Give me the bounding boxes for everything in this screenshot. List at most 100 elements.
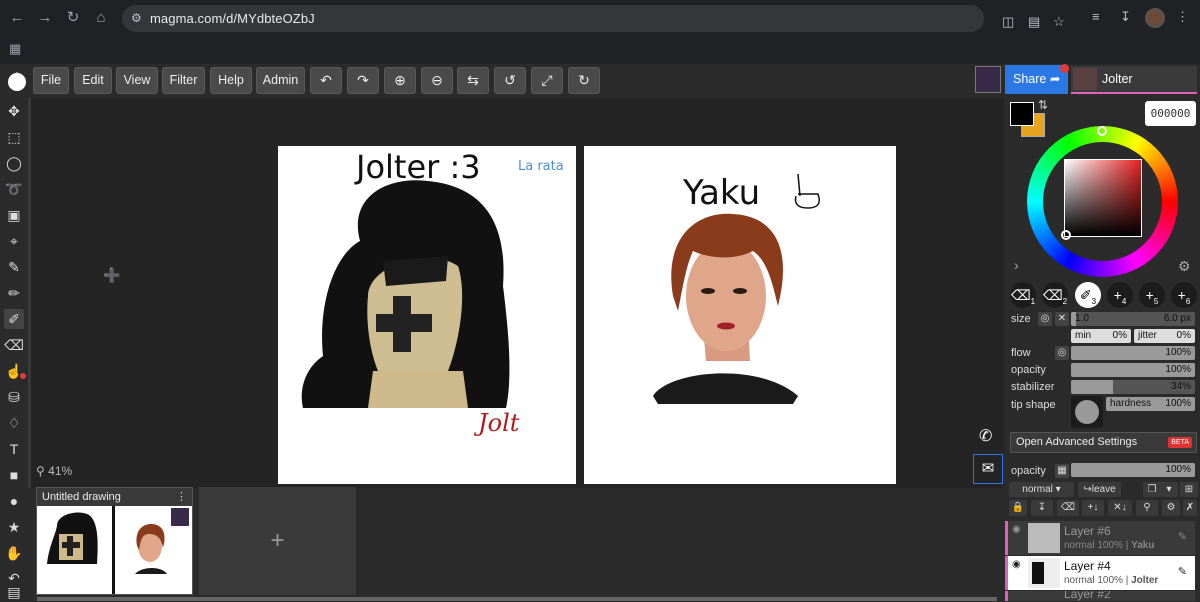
- brush-icon[interactable]: ✐: [4, 309, 24, 329]
- thumbnail-menu-icon[interactable]: ⋮: [176, 488, 187, 506]
- forward-icon[interactable]: →: [34, 7, 56, 29]
- foreground-color-swatch[interactable]: [1010, 102, 1034, 126]
- crop-icon[interactable]: ⌖: [4, 231, 24, 251]
- clip-layer-icon[interactable]: ↧: [1031, 500, 1053, 516]
- site-info-icon[interactable]: ⚙: [131, 11, 142, 25]
- bookmark-star-icon[interactable]: ☆: [1053, 14, 1065, 30]
- min-slider[interactable]: min 0%: [1071, 329, 1131, 343]
- saturation-value-picker[interactable]: [1064, 159, 1142, 237]
- voice-call-icon[interactable]: ✆: [979, 426, 992, 446]
- layer-edit-pencil-icon[interactable]: ✎: [1178, 565, 1187, 578]
- lock-layer-icon[interactable]: 🔒: [1009, 500, 1027, 516]
- erase-layer-icon[interactable]: ⌫: [1057, 500, 1079, 516]
- undo-icon[interactable]: ↶: [310, 67, 342, 94]
- size-reset-icon[interactable]: ✕: [1055, 312, 1069, 326]
- zoom-out-icon[interactable]: ⊖: [421, 67, 453, 94]
- zoom-indicator[interactable]: ⚲ 41%: [36, 464, 72, 478]
- sv-handle[interactable]: [1061, 230, 1071, 240]
- ellipse-select-icon[interactable]: ◯: [4, 153, 24, 173]
- brush-slot-6[interactable]: +6: [1171, 282, 1197, 308]
- menu-filter[interactable]: Filter: [162, 67, 205, 94]
- apps-grid-icon[interactable]: ▦: [9, 41, 21, 57]
- redo-icon[interactable]: ↷: [347, 67, 379, 94]
- circle-icon[interactable]: ●: [4, 491, 24, 511]
- magma-logo-icon[interactable]: [6, 69, 28, 93]
- hex-color-input[interactable]: 000000: [1145, 101, 1196, 126]
- reading-list-icon[interactable]: ≡: [1092, 9, 1100, 24]
- hand-icon[interactable]: ✋: [4, 543, 24, 563]
- url-text[interactable]: magma.com/d/MYdbteOZbJ: [150, 11, 315, 26]
- opacity-slider[interactable]: 100%: [1071, 363, 1195, 377]
- brush-slot-4[interactable]: +4: [1107, 282, 1133, 308]
- brush-slot-2[interactable]: ⌫2: [1042, 282, 1068, 308]
- share-button[interactable]: Share ➦: [1005, 65, 1068, 94]
- add-layer-icon[interactable]: ⊞: [1180, 482, 1198, 497]
- hardness-slider[interactable]: hardness 100%: [1106, 397, 1195, 411]
- profile-avatar[interactable]: [1145, 8, 1165, 28]
- size-pressure-icon[interactable]: ◎: [1038, 312, 1052, 326]
- drawing-canvas[interactable]: Jolter :3 La rata Jolt Yaku: [278, 146, 896, 484]
- size-slider[interactable]: 1.0 6.0 px: [1071, 312, 1195, 326]
- layer-search-icon[interactable]: ⚲: [1136, 500, 1158, 516]
- address-bar[interactable]: ⚙ magma.com/d/MYdbteOZbJ ◫ ▤ ☆: [122, 5, 1065, 32]
- text-tool-icon[interactable]: T: [4, 439, 24, 459]
- more-menu-icon[interactable]: ⋮: [1176, 9, 1189, 25]
- brush-slot-3[interactable]: ✐3: [1075, 282, 1101, 308]
- swap-colors-icon[interactable]: ⇅: [1038, 98, 1048, 112]
- gradient-icon[interactable]: ♢: [4, 413, 24, 433]
- back-icon[interactable]: ←: [6, 7, 28, 29]
- expand-chevron-icon[interactable]: ›: [1014, 257, 1019, 273]
- jitter-slider[interactable]: jitter 0%: [1134, 329, 1195, 343]
- zoom-in-icon[interactable]: ⊕: [384, 67, 416, 94]
- layer-visibility-eye-icon[interactable]: ◉: [1012, 524, 1021, 535]
- horizontal-scrollbar[interactable]: [37, 597, 997, 601]
- settings-gear-icon[interactable]: ⚙: [1178, 258, 1191, 275]
- menu-help[interactable]: Help: [210, 67, 252, 94]
- flip-icon[interactable]: ⇆: [457, 67, 489, 94]
- home-icon[interactable]: ⌂: [90, 7, 112, 29]
- layer-row[interactable]: ◉ Layer #6 normal 100% | Yaku ✎: [1005, 521, 1195, 555]
- hue-handle[interactable]: [1097, 126, 1107, 136]
- fullscreen-icon[interactable]: ⤢: [531, 67, 563, 94]
- lasso-icon[interactable]: ➰: [4, 179, 24, 199]
- eyedropper-icon[interactable]: ✎: [4, 257, 24, 277]
- layer-edit-pencil-icon[interactable]: ✎: [1178, 530, 1187, 543]
- delete-layer-icon[interactable]: ✗: [1183, 500, 1197, 516]
- brush-slot-1[interactable]: ⌫1: [1010, 282, 1036, 308]
- layer-opacity-slider[interactable]: 100%: [1071, 463, 1195, 477]
- clear-layer-icon[interactable]: ✕↓: [1108, 500, 1132, 516]
- download-icon[interactable]: ↧: [1120, 9, 1131, 25]
- flow-slider[interactable]: 100%: [1071, 346, 1195, 360]
- translate-icon[interactable]: ▤: [1028, 14, 1040, 30]
- rotate-left-icon[interactable]: ↺: [494, 67, 526, 94]
- open-advanced-settings-button[interactable]: Open Advanced Settings BETA: [1010, 432, 1197, 453]
- paint-bucket-icon[interactable]: ⛁: [4, 387, 24, 407]
- layer-row-selected[interactable]: ◉ Layer #4 normal 100% | Jolter ✎: [1005, 556, 1195, 590]
- menu-admin[interactable]: Admin: [256, 67, 305, 94]
- tip-shape-preview[interactable]: [1071, 396, 1103, 428]
- stabilizer-slider[interactable]: 34%: [1071, 380, 1195, 394]
- rotate-right-icon[interactable]: ↻: [568, 67, 600, 94]
- merge-down-icon[interactable]: +↓: [1082, 500, 1104, 516]
- layer-settings-icon[interactable]: ⚙: [1162, 500, 1180, 516]
- brush-slot-5[interactable]: +5: [1139, 282, 1165, 308]
- leave-button[interactable]: ↪leave: [1078, 482, 1121, 497]
- blend-mode-select[interactable]: normal ▾: [1009, 482, 1074, 497]
- rect-select-icon[interactable]: ⬚: [4, 127, 24, 147]
- pencil-icon[interactable]: ✏: [4, 283, 24, 303]
- filmstrip-icon[interactable]: ▤: [4, 582, 24, 602]
- menu-edit[interactable]: Edit: [74, 67, 112, 94]
- add-drawing-button[interactable]: +: [199, 487, 356, 595]
- collaborator-avatar[interactable]: [975, 66, 1001, 93]
- move-tool-icon[interactable]: ✥: [4, 101, 24, 121]
- layer-row[interactable]: Layer #2: [1005, 591, 1195, 601]
- duplicate-layer-icon[interactable]: ❐: [1143, 482, 1161, 497]
- user-badge[interactable]: Jolter: [1071, 66, 1197, 94]
- layer-visibility-eye-icon[interactable]: ◉: [1012, 559, 1021, 570]
- layer-menu-chevron-icon[interactable]: ▾: [1160, 482, 1178, 497]
- eraser-icon[interactable]: ⌫: [4, 335, 24, 355]
- rectangle-icon[interactable]: ■: [4, 465, 24, 485]
- layer-lock-alpha-icon[interactable]: ▦: [1055, 464, 1069, 478]
- transform-icon[interactable]: ▣: [4, 205, 24, 225]
- flow-pressure-icon[interactable]: ◎: [1055, 346, 1069, 360]
